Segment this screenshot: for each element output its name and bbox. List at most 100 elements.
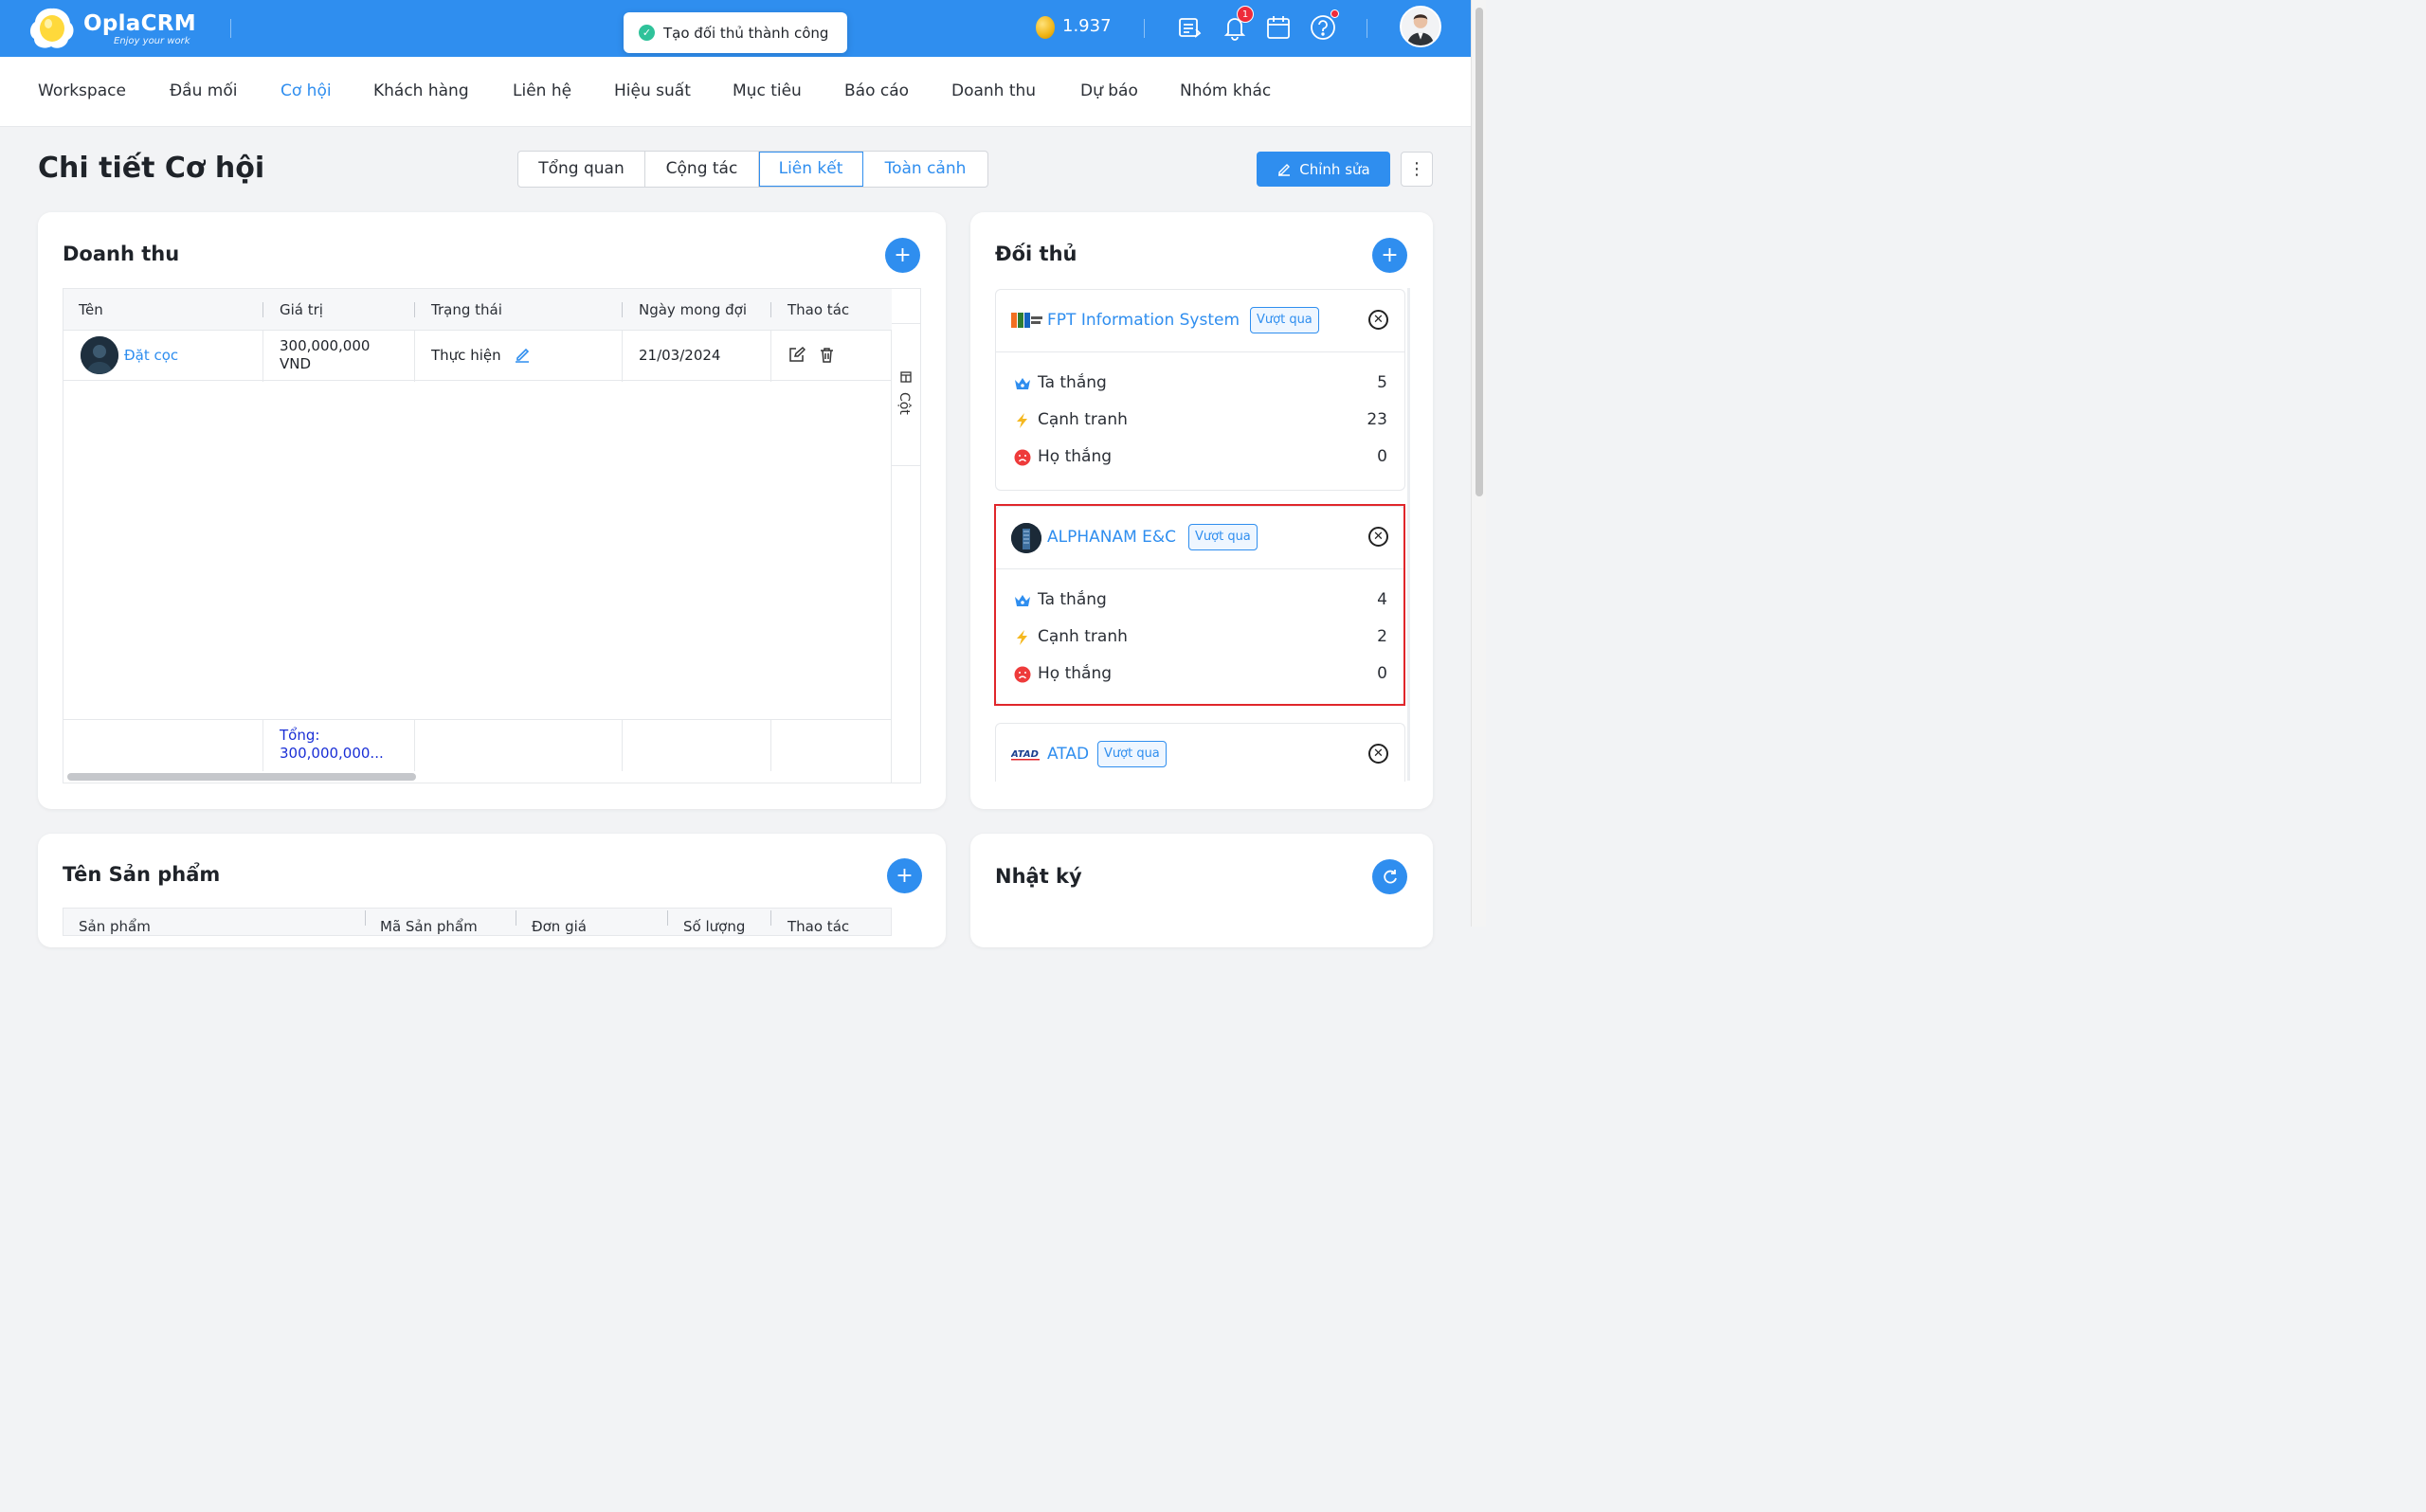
remove-competitor-button[interactable]: ✕ bbox=[1368, 310, 1388, 330]
column-resizer[interactable] bbox=[365, 910, 366, 926]
columns-toggle-label: Cột bbox=[896, 392, 912, 415]
sad-face-icon bbox=[1014, 449, 1031, 466]
add-revenue-button[interactable]: + bbox=[885, 238, 920, 273]
nav-contacts[interactable]: Liên hệ bbox=[513, 81, 571, 100]
nav-performance[interactable]: Hiệu suất bbox=[614, 81, 691, 100]
refresh-log-button[interactable] bbox=[1372, 859, 1407, 894]
edit-button-label: Chỉnh sửa bbox=[1299, 160, 1370, 178]
revenue-table: Tên Giá trị Trạng thái Ngày mong đợi Tha… bbox=[63, 288, 893, 783]
help-alert-dot bbox=[1331, 9, 1339, 18]
win-count: 5 bbox=[1377, 373, 1387, 392]
competitor-header: ALPHANAM E&C Vượt qua ✕ bbox=[996, 507, 1404, 569]
compete-label: Cạnh tranh bbox=[1038, 410, 1128, 429]
competitor-card-atad: ATAD ATAD Vượt qua ✕ bbox=[995, 723, 1405, 782]
main-nav: Workspace Đầu mối Cơ hội Khách hàng Liên… bbox=[0, 57, 1471, 127]
competitor-card-alphanam: ALPHANAM E&C Vượt qua ✕ Ta thắng 4 Cạnh … bbox=[995, 506, 1405, 705]
deposit-avatar bbox=[81, 336, 118, 374]
revenue-value: 300,000,000 VND bbox=[280, 337, 370, 373]
add-product-button[interactable]: + bbox=[887, 858, 922, 893]
pencil-icon bbox=[1278, 163, 1291, 176]
competitor-card-fpt: FPT Information System Vượt qua ✕ Ta thắ… bbox=[995, 289, 1405, 491]
nav-other-groups[interactable]: Nhóm khác bbox=[1180, 81, 1271, 100]
close-icon: ✕ bbox=[1373, 313, 1384, 327]
total-value: 300,000,000... bbox=[280, 745, 384, 762]
column-resizer[interactable] bbox=[414, 302, 415, 317]
column-header-unit-price[interactable]: Đơn giá bbox=[532, 918, 587, 935]
plus-icon: + bbox=[894, 243, 912, 267]
competitor-status-tag: Vượt qua bbox=[1250, 307, 1319, 333]
success-toast: ✓ Tạo đối thủ thành công bbox=[624, 12, 847, 53]
nav-leads[interactable]: Đầu mối bbox=[170, 81, 237, 100]
column-header-quantity[interactable]: Số lượng bbox=[683, 918, 745, 935]
scrollbar-thumb[interactable] bbox=[1476, 8, 1483, 496]
oplacrm-logo[interactable] bbox=[28, 6, 76, 51]
competitor-name[interactable]: ATAD bbox=[1047, 745, 1089, 764]
crown-icon bbox=[1015, 378, 1030, 389]
lightning-icon bbox=[1017, 630, 1027, 645]
nav-revenue[interactable]: Doanh thu bbox=[951, 81, 1036, 100]
column-header-value[interactable]: Giá trị bbox=[280, 301, 323, 318]
column-resizer[interactable] bbox=[770, 910, 771, 926]
user-avatar[interactable] bbox=[1400, 6, 1441, 47]
nav-opportunities[interactable]: Cơ hội bbox=[281, 81, 332, 100]
tab-links[interactable]: Liên kết bbox=[759, 152, 863, 187]
columns-icon bbox=[900, 371, 912, 383]
competitor-name[interactable]: FPT Information System bbox=[1047, 311, 1240, 330]
compete-count: 23 bbox=[1367, 410, 1387, 429]
column-header-product[interactable]: Sản phẩm bbox=[79, 918, 151, 935]
tab-overview[interactable]: Tổng quan bbox=[518, 152, 645, 187]
table-row: Đặt cọc 300,000,000 VND Thực hiện 21/03/… bbox=[63, 331, 893, 381]
divider bbox=[1144, 19, 1145, 38]
sales-report-icon[interactable] bbox=[1175, 13, 1204, 42]
brand-name: OplaCRM bbox=[83, 11, 196, 36]
divider bbox=[230, 19, 231, 38]
revenue-name-link[interactable]: Đặt cọc bbox=[124, 347, 178, 364]
trash-icon[interactable] bbox=[818, 346, 836, 364]
fpt-logo bbox=[1011, 313, 1042, 328]
svg-text:ATAD: ATAD bbox=[1011, 749, 1039, 760]
nav-workspace[interactable]: Workspace bbox=[38, 81, 126, 100]
total-label: Tổng: bbox=[280, 727, 320, 744]
competitors-scrollbar[interactable] bbox=[1407, 288, 1410, 781]
column-header-product-code[interactable]: Mã Sản phẩm bbox=[380, 918, 478, 935]
coin-balance: 1.937 bbox=[1062, 16, 1112, 36]
column-resizer[interactable] bbox=[667, 910, 668, 926]
competitor-status-tag: Vượt qua bbox=[1097, 741, 1167, 767]
column-header-actions: Thao tác bbox=[788, 918, 850, 935]
page-scrollbar[interactable] bbox=[1471, 0, 1486, 927]
table-header: Tên Giá trị Trạng thái Ngày mong đợi Tha… bbox=[63, 289, 893, 331]
columns-toggle-panel[interactable]: Cột bbox=[892, 288, 921, 783]
column-header-name[interactable]: Tên bbox=[79, 301, 103, 318]
nav-customers[interactable]: Khách hàng bbox=[373, 81, 469, 100]
nav-forecast[interactable]: Dự báo bbox=[1080, 81, 1138, 100]
tab-full-view[interactable]: Toàn cảnh bbox=[863, 152, 987, 187]
refresh-icon bbox=[1383, 869, 1397, 883]
edit-button[interactable]: Chỉnh sửa bbox=[1257, 152, 1390, 187]
win-label: Ta thắng bbox=[1038, 590, 1107, 609]
column-resizer[interactable] bbox=[770, 302, 771, 317]
nav-goals[interactable]: Mục tiêu bbox=[733, 81, 802, 100]
edit-status-icon[interactable] bbox=[513, 345, 532, 364]
nav-reports[interactable]: Báo cáo bbox=[844, 81, 909, 100]
remove-competitor-button[interactable]: ✕ bbox=[1368, 744, 1388, 764]
toast-message: Tạo đối thủ thành công bbox=[663, 24, 829, 42]
tab-collaboration[interactable]: Cộng tác bbox=[645, 152, 759, 187]
notification-badge: 1 bbox=[1237, 6, 1254, 23]
add-competitor-button[interactable]: + bbox=[1372, 238, 1407, 273]
activity-log-card bbox=[970, 834, 1433, 947]
columns-toggle[interactable]: Cột bbox=[892, 323, 920, 466]
win-label: Ta thắng bbox=[1038, 373, 1107, 392]
edit-icon[interactable] bbox=[788, 346, 806, 364]
remove-competitor-button[interactable]: ✕ bbox=[1368, 527, 1388, 547]
lose-label: Họ thắng bbox=[1038, 447, 1113, 466]
more-options-button[interactable]: ⋮ bbox=[1401, 152, 1433, 187]
revenue-currency: VND bbox=[280, 355, 312, 372]
competitor-name[interactable]: ALPHANAM E&C bbox=[1047, 528, 1176, 547]
column-header-status[interactable]: Trạng thái bbox=[431, 301, 502, 318]
calendar-icon[interactable] bbox=[1264, 13, 1293, 42]
column-header-expected-date[interactable]: Ngày mong đợi bbox=[639, 301, 747, 318]
check-circle-icon: ✓ bbox=[639, 25, 655, 41]
horizontal-scrollbar[interactable] bbox=[67, 773, 416, 781]
kebab-menu-icon: ⋮ bbox=[1408, 159, 1425, 179]
column-resizer[interactable] bbox=[622, 302, 623, 317]
